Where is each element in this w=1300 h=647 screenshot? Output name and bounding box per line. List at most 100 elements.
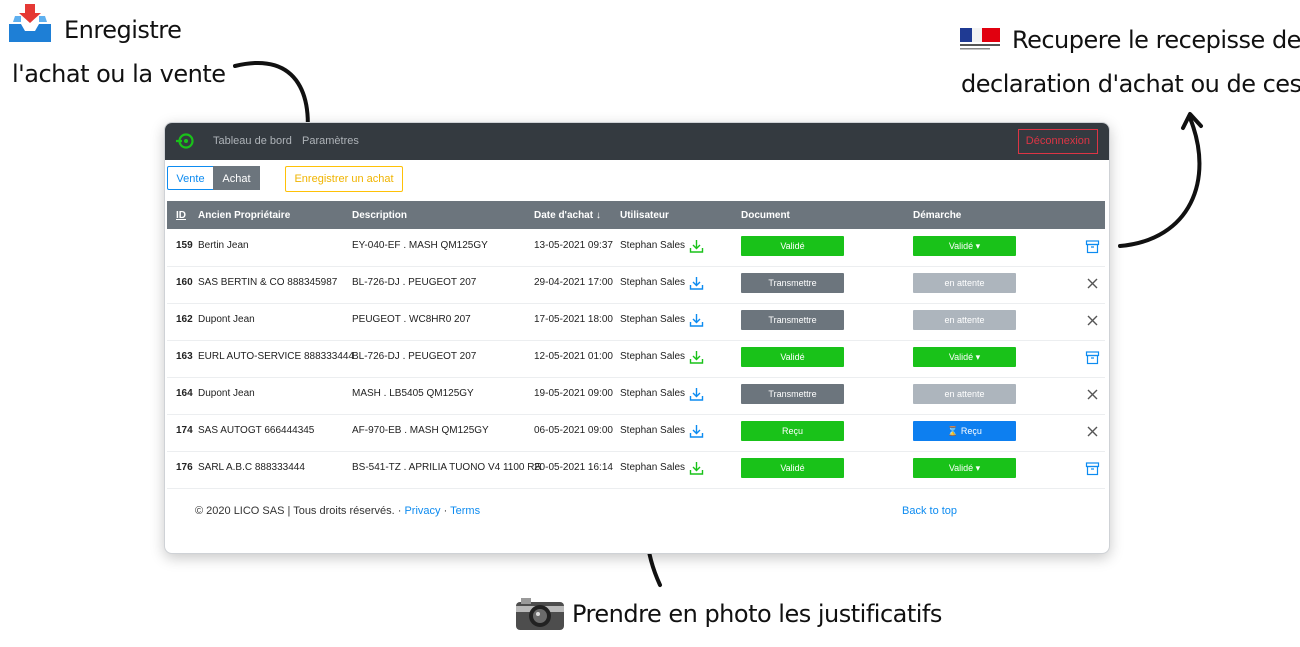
procedure-status-button[interactable]: en attente (913, 384, 1016, 404)
row-user: Stephan Sales (620, 462, 686, 473)
terms-link[interactable]: Terms (450, 505, 480, 517)
copyright: © 2020 LICO SAS | Tous droits réservés. … (195, 505, 402, 517)
arrow-to-archive-icon (1118, 116, 1202, 248)
row-description: BL-726-DJ . PEUGEOT 207 (352, 277, 477, 288)
col-id[interactable]: ID (176, 210, 186, 221)
upload-icon[interactable] (689, 276, 704, 291)
row-date: 20-05-2021 16:14 (534, 462, 613, 473)
row-date: 13-05-2021 09:37 (534, 240, 613, 251)
row-id: 174 (176, 425, 193, 436)
procedure-status-button[interactable]: Validé ▾ (913, 236, 1016, 256)
lico-logo-icon[interactable] (176, 133, 196, 154)
annotation-register-line2: l'achat ou la vente (12, 60, 226, 88)
col-procedure[interactable]: Démarche (913, 210, 961, 221)
row-id: 160 (176, 277, 193, 288)
table-row: 163 EURL AUTO-SERVICE 888333444 BL-726-DJ … (167, 340, 1105, 378)
document-status-button[interactable]: Transmettre (741, 273, 844, 293)
download-icon[interactable] (689, 461, 704, 476)
col-document[interactable]: Document (741, 210, 790, 221)
row-description: PEUGEOT . WC8HR0 207 (352, 314, 471, 325)
document-status-button[interactable]: Reçu (741, 421, 844, 441)
row-date: 12-05-2021 01:00 (534, 351, 613, 362)
french-republic-logo (957, 26, 1004, 52)
procedure-status-button[interactable]: Validé ▾ (913, 347, 1016, 367)
row-date: 19-05-2021 09:00 (534, 388, 613, 399)
row-id: 163 (176, 351, 193, 362)
row-owner: Dupont Jean (198, 388, 255, 399)
privacy-link[interactable]: Privacy (404, 505, 440, 517)
close-icon[interactable] (1085, 313, 1100, 328)
procedure-status-button[interactable]: en attente (913, 310, 1016, 330)
row-date: 29-04-2021 17:00 (534, 277, 613, 288)
nav-dashboard[interactable]: Tableau de bord (213, 135, 292, 147)
download-icon[interactable] (689, 239, 704, 254)
toggle-vente[interactable]: Vente (167, 166, 214, 190)
row-user: Stephan Sales (620, 314, 686, 325)
nav-settings[interactable]: Paramètres (302, 135, 359, 147)
table-row: 176 SARL A.B.C 888333444 BS-541-TZ . APRIL… (167, 451, 1105, 489)
annotation-recepisse-line1: Recupere le recepisse de (1012, 26, 1300, 54)
row-owner: Dupont Jean (198, 314, 255, 325)
row-description: BS-541-TZ . APRILIA TUONO V4 1100 RR (352, 462, 542, 473)
upload-icon[interactable] (689, 387, 704, 402)
row-id: 162 (176, 314, 193, 325)
table-row: 174 SAS AUTOGT 666444345 AF-970-EB . MASH … (167, 414, 1105, 452)
upload-icon[interactable] (689, 424, 704, 439)
register-purchase-button[interactable]: Enregistrer un achat (285, 166, 403, 192)
row-user: Stephan Sales (620, 388, 686, 399)
row-description: BL-726-DJ . PEUGEOT 207 (352, 351, 477, 362)
col-user[interactable]: Utilisateur (620, 210, 669, 221)
document-status-button[interactable]: Validé (741, 458, 844, 478)
row-owner: SAS BERTIN & CO 888345987 (198, 277, 338, 288)
row-description: EY-040-EF . MASH QM125GY (352, 240, 488, 251)
archive-icon[interactable] (1085, 239, 1100, 254)
close-icon[interactable] (1085, 276, 1100, 291)
col-description[interactable]: Description (352, 210, 407, 221)
upload-icon[interactable] (689, 313, 704, 328)
procedure-status-button[interactable]: Validé ▾ (913, 458, 1016, 478)
annotation-register-line1: Enregistre (64, 16, 182, 44)
row-user: Stephan Sales (620, 351, 686, 362)
table-row: 160 SAS BERTIN & CO 888345987 BL-726-DJ . … (167, 266, 1105, 304)
footer-separator: · (443, 505, 448, 517)
camera-icon (515, 596, 565, 632)
app-window: Tableau de bord Paramètres Déconnexion V… (164, 122, 1110, 554)
top-navbar: Tableau de bord Paramètres Déconnexion (165, 123, 1109, 160)
row-description: AF-970-EB . MASH QM125GY (352, 425, 489, 436)
row-description: MASH . LB5405 QM125GY (352, 388, 474, 399)
download-icon[interactable] (689, 350, 704, 365)
annotation-recepisse-line2: declaration d'achat ou de cession (961, 70, 1300, 98)
table-row: 162 Dupont Jean PEUGEOT . WC8HR0 207 17-05-… (167, 303, 1105, 341)
document-status-button[interactable]: Validé (741, 236, 844, 256)
table-row: 159 Bertin Jean EY-040-EF . MASH QM125GY 13… (167, 229, 1105, 267)
row-date: 17-05-2021 18:00 (534, 314, 613, 325)
row-owner: SARL A.B.C 888333444 (198, 462, 305, 473)
close-icon[interactable] (1085, 424, 1100, 439)
table-header: ID Ancien Propriétaire Description Date … (167, 201, 1105, 229)
procedure-status-button[interactable]: en attente (913, 273, 1016, 293)
row-user: Stephan Sales (620, 277, 686, 288)
close-icon[interactable] (1085, 387, 1100, 402)
back-to-top-link[interactable]: Back to top (902, 505, 957, 517)
archive-icon[interactable] (1085, 461, 1100, 476)
archive-icon[interactable] (1085, 350, 1100, 365)
annotation-photo: Prendre en photo les justificatifs (572, 600, 942, 628)
logout-button[interactable]: Déconnexion (1017, 129, 1098, 154)
document-status-button[interactable]: Validé (741, 347, 844, 367)
row-id: 159 (176, 240, 193, 251)
row-id: 164 (176, 388, 193, 399)
col-date[interactable]: Date d'achat ↓ (534, 210, 601, 221)
row-user: Stephan Sales (620, 240, 686, 251)
document-status-button[interactable]: Transmettre (741, 384, 844, 404)
procedure-status-button[interactable]: ⌛ Reçu (913, 421, 1016, 441)
row-date: 06-05-2021 09:00 (534, 425, 613, 436)
col-owner[interactable]: Ancien Propriétaire (198, 210, 290, 221)
table-row: 164 Dupont Jean MASH . LB5405 QM125GY 19-05… (167, 377, 1105, 415)
toggle-achat[interactable]: Achat (213, 166, 260, 190)
row-id: 176 (176, 462, 193, 473)
row-owner: EURL AUTO-SERVICE 888333444 (198, 351, 355, 362)
document-status-button[interactable]: Transmettre (741, 310, 844, 330)
footer: © 2020 LICO SAS | Tous droits réservés. … (195, 505, 480, 517)
row-user: Stephan Sales (620, 425, 686, 436)
inbox-download-icon (7, 2, 53, 46)
